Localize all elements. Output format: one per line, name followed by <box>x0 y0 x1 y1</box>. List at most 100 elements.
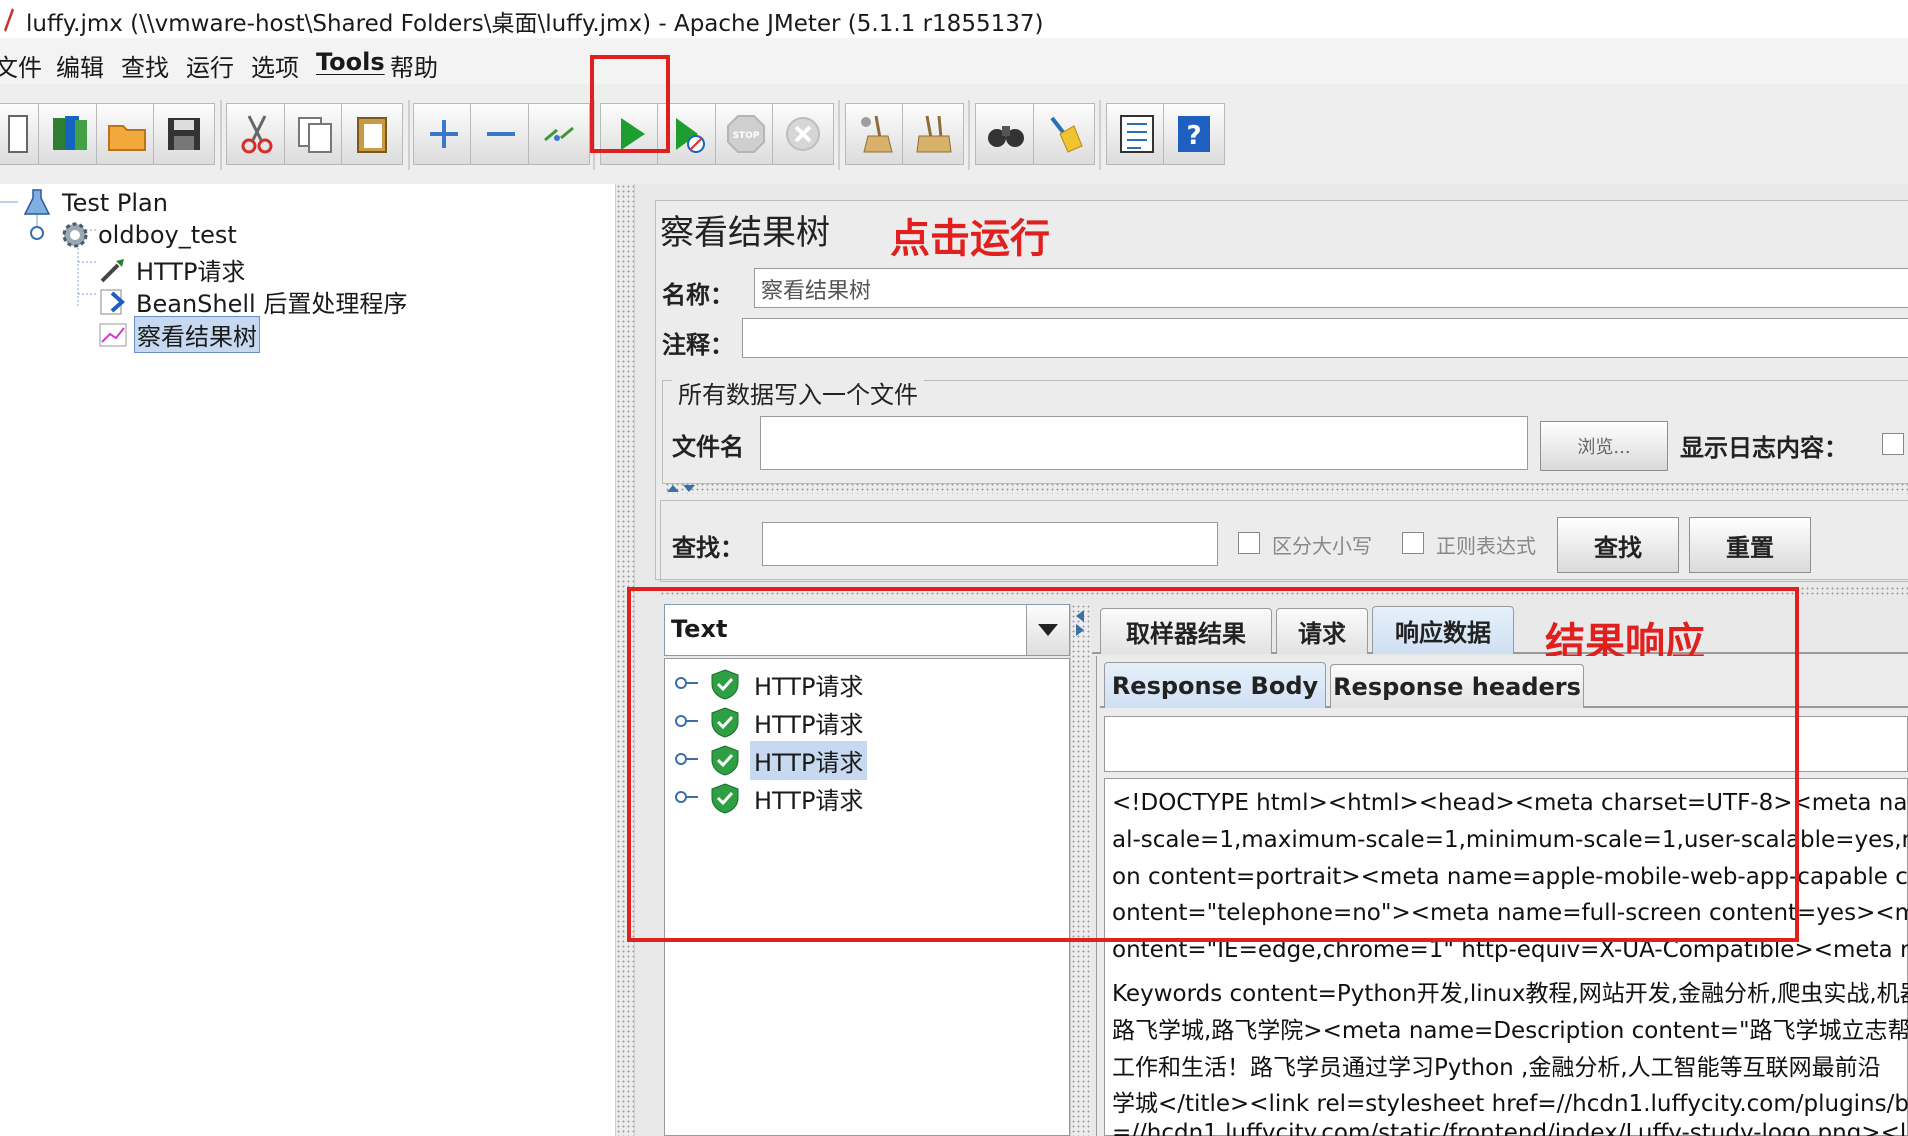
cut-icon <box>241 115 273 154</box>
run-highlight-box <box>590 55 670 153</box>
comment-input[interactable] <box>742 318 1908 358</box>
shutdown-button[interactable] <box>772 103 834 165</box>
tree-item-label: Test Plan <box>62 189 168 217</box>
panel-title: 察看结果树 <box>660 213 830 253</box>
response-line: =//hcdn1.luffycity.com/static/frontend/i… <box>1112 1120 1908 1136</box>
open-icon <box>108 125 146 151</box>
menu-help[interactable]: 帮助 <box>390 48 438 83</box>
new-icon <box>8 115 28 153</box>
save-icon <box>168 118 200 150</box>
log-content-checkbox[interactable] <box>1882 433 1904 455</box>
tree-item-http-request[interactable]: HTTP请求 <box>98 252 245 287</box>
templates-button[interactable] <box>38 103 100 165</box>
file-group-title: 所有数据写入一个文件 <box>672 375 924 410</box>
toolbar-separator <box>838 100 840 170</box>
horizontal-splitter[interactable] <box>665 482 1908 494</box>
stop-button[interactable]: STOP <box>715 103 777 165</box>
tree-item-label: HTTP请求 <box>136 258 246 286</box>
name-input[interactable]: 察看结果树 <box>754 268 1908 308</box>
binoculars-icon <box>988 126 1024 147</box>
collapse-all-button[interactable] <box>470 103 532 165</box>
tree-item-label: BeanShell 后置处理程序 <box>136 290 408 318</box>
clear-all-button[interactable] <box>902 103 964 165</box>
response-highlight-box <box>627 587 1799 942</box>
comment-label: 注释： <box>662 330 734 359</box>
svg-text:?: ? <box>1186 121 1201 151</box>
tree-item-test-plan[interactable]: Test Plan <box>22 188 168 218</box>
play-no-pause-icon <box>676 118 705 153</box>
regex-label: 正则表达式 <box>1436 534 1536 558</box>
response-line: 学城</title><link rel=stylesheet href=//hc… <box>1112 1091 1908 1117</box>
response-line: 工作和生活！路飞学员通过学习Python ,金融分析,人工智能等互联网最前沿 <box>1112 1055 1881 1081</box>
copy-button[interactable] <box>284 103 346 165</box>
menu-edit[interactable]: 编辑 <box>56 48 104 83</box>
tree-item-beanshell[interactable]: BeanShell 后置处理程序 <box>98 284 407 319</box>
chart-icon <box>99 323 127 346</box>
arrow-icon <box>100 289 125 314</box>
reset-button[interactable]: 重置 <box>1689 517 1811 573</box>
templates-icon <box>53 116 87 150</box>
annotation-run: 点击运行 <box>890 216 1050 262</box>
save-button[interactable] <box>153 103 215 165</box>
menu-tools[interactable]: Tools <box>316 48 385 76</box>
jmeter-feather-icon <box>4 8 14 32</box>
toggle-button[interactable] <box>528 103 590 165</box>
menu-file[interactable]: 文件 <box>0 48 42 83</box>
new-button[interactable] <box>0 103 40 165</box>
tree-item-results-tree[interactable]: 察看结果树 <box>98 316 260 353</box>
toolbar-separator <box>408 100 410 170</box>
title-bar: luffy.jmx (\\vmware-host\Shared Folders\… <box>0 0 1908 38</box>
reset-search-button[interactable] <box>1033 103 1095 165</box>
svg-text:STOP: STOP <box>733 131 760 141</box>
clear-all-icon <box>916 115 952 153</box>
paste-icon <box>357 117 387 153</box>
response-line: 路飞学城,路飞学院><meta name=Description content… <box>1112 1018 1908 1044</box>
help-button[interactable]: ? <box>1163 103 1225 165</box>
broom-icon <box>1050 116 1083 153</box>
shutdown-icon <box>786 117 820 151</box>
toggle-icon <box>544 126 574 142</box>
cut-button[interactable] <box>226 103 288 165</box>
case-sensitive-checkbox[interactable] <box>1238 532 1260 554</box>
menu-bar: 文件 编辑 查找 运行 选项 Tools 帮助 <box>0 38 1908 85</box>
flask-icon <box>23 189 51 215</box>
stop-icon: STOP <box>727 115 765 153</box>
paste-button[interactable] <box>341 103 403 165</box>
search-label: 查找： <box>672 533 744 562</box>
toolbar-separator <box>968 100 970 170</box>
plus-icon <box>430 120 458 148</box>
tree-toggle[interactable] <box>30 226 44 240</box>
regex-checkbox[interactable] <box>1402 532 1424 554</box>
test-plan-tree: Test Plan oldboy_test HTTP请求 BeanShell 后… <box>0 184 615 1136</box>
tree-item-thread-group[interactable]: oldboy_test <box>60 220 237 250</box>
pipette-icon <box>100 258 124 282</box>
filename-label: 文件名 <box>672 432 744 461</box>
minus-icon <box>487 132 515 136</box>
case-sensitive-label: 区分大小写 <box>1272 534 1372 558</box>
menu-options[interactable]: 选项 <box>251 48 299 83</box>
copy-icon <box>298 117 332 153</box>
help-icon: ? <box>1178 116 1210 152</box>
clear-button[interactable] <box>845 103 907 165</box>
clear-icon <box>861 115 893 153</box>
menu-search[interactable]: 查找 <box>121 48 169 83</box>
response-line: Keywords content=Python开发,linux教程,网站开发,金… <box>1112 981 1908 1007</box>
toolbar-separator <box>220 100 222 170</box>
expand-all-button[interactable] <box>413 103 475 165</box>
search-input[interactable] <box>762 522 1218 566</box>
find-button[interactable]: 查找 <box>1557 517 1679 573</box>
open-button[interactable] <box>96 103 158 165</box>
window-title: luffy.jmx (\\vmware-host\Shared Folders\… <box>26 11 1044 37</box>
search-button[interactable] <box>975 103 1037 165</box>
log-content-label: 显示日志内容： <box>1680 433 1848 462</box>
splitter-arrows-icon[interactable] <box>665 482 705 494</box>
function-helper-button[interactable] <box>1106 103 1168 165</box>
browse-button[interactable]: 浏览... <box>1540 421 1668 471</box>
toolbar-separator <box>1099 100 1101 170</box>
gear-icon <box>62 222 88 248</box>
filename-input[interactable] <box>760 416 1528 470</box>
tree-item-label: 察看结果树 <box>134 316 260 353</box>
menu-run[interactable]: 运行 <box>186 48 234 83</box>
tree-item-label: oldboy_test <box>98 221 237 249</box>
list-icon <box>1120 115 1154 153</box>
